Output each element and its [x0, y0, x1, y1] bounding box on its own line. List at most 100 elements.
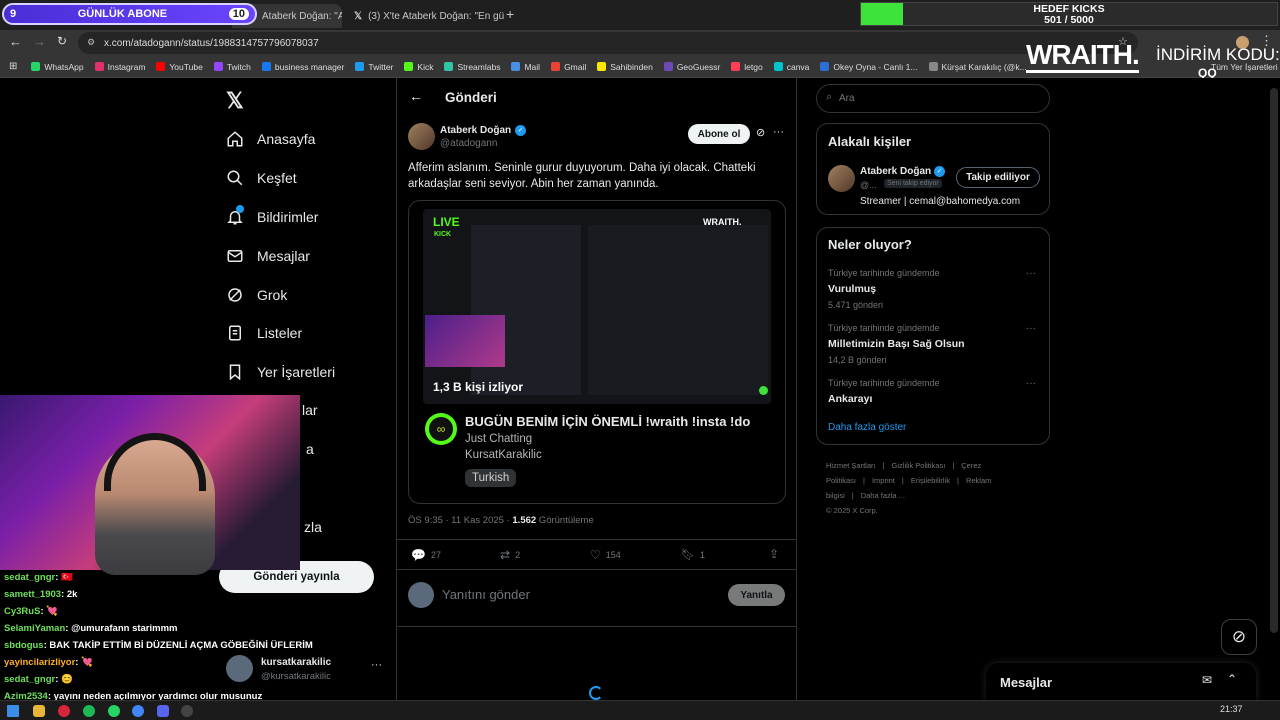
- channel-avatar[interactable]: ∞: [425, 413, 457, 445]
- bookmark-item[interactable]: Okey Oyna - Canlı 1...: [820, 62, 918, 72]
- back-arrow-icon[interactable]: ←: [409, 88, 423, 104]
- author-name[interactable]: Ataberk Doğan: [440, 125, 511, 136]
- reply-input[interactable]: Yanıtını gönder: [442, 587, 530, 602]
- nav-explore[interactable]: Keşfet: [226, 169, 297, 187]
- chat-text: BAK TAKİP ETTİM Bİ DÜZENLİ AÇMA GÖBEĞİNİ…: [49, 640, 313, 651]
- scrollbar[interactable]: [1270, 88, 1278, 633]
- forward-arrow-icon[interactable]: →: [33, 34, 46, 49]
- chat-username[interactable]: sedat_gngr: [4, 674, 55, 685]
- bookmark-item[interactable]: Streamlabs: [444, 62, 500, 72]
- bookmark-item[interactable]: Kürşat Karakılıç (@k...: [928, 62, 1027, 72]
- file-explorer-icon[interactable]: [33, 705, 45, 717]
- nav-messages[interactable]: Mesajlar: [226, 247, 310, 265]
- more-icon[interactable]: ···: [1026, 378, 1036, 389]
- nav-label: Anasayfa: [257, 131, 316, 147]
- x-logo-icon[interactable]: 𝕏: [226, 88, 244, 114]
- nav-lists[interactable]: Listeler: [226, 324, 302, 342]
- more-icon[interactable]: ···: [1026, 268, 1036, 279]
- bookmark-item[interactable]: canva: [773, 62, 809, 72]
- bookmark-item[interactable]: Instagram: [94, 62, 145, 72]
- kick-label: KICK: [434, 231, 452, 238]
- related-name[interactable]: Ataberk Doğan: [860, 166, 931, 177]
- avatar[interactable]: [828, 165, 855, 192]
- bookmark-favicon-icon: [820, 62, 830, 71]
- like-action[interactable]: ♡ 154: [590, 548, 621, 562]
- chat-username[interactable]: SelamiYaman: [4, 623, 65, 634]
- stream-tag[interactable]: Turkish: [465, 469, 517, 487]
- footer-link[interactable]: Erişilebilirlik: [911, 476, 950, 485]
- bookmark-item[interactable]: Sahibinden: [597, 62, 653, 72]
- obs-icon[interactable]: [181, 705, 193, 717]
- bookmark-action[interactable]: 🔖︎ 1: [681, 548, 705, 561]
- footer-link[interactable]: Imprint: [872, 476, 895, 485]
- author-handle[interactable]: @atadogann: [440, 138, 497, 149]
- apps-grid-icon[interactable]: ⊞: [9, 61, 17, 72]
- nav-home[interactable]: Anasayfa: [226, 130, 315, 148]
- bookmark-item[interactable]: Kick: [404, 62, 433, 72]
- bookmark-item[interactable]: Mail: [511, 62, 540, 72]
- chevron-up-icon[interactable]: ⌃: [1227, 672, 1237, 686]
- chat-username[interactable]: yayincilarizliyor: [4, 657, 75, 668]
- grok-floating-button[interactable]: ⊘: [1221, 619, 1257, 655]
- retweet-action[interactable]: ⇄ 2: [500, 548, 520, 562]
- nav-grok[interactable]: Grok: [226, 286, 287, 304]
- footer-link[interactable]: Hizmet Şartları: [826, 461, 876, 470]
- more-icon[interactable]: ···: [371, 659, 382, 671]
- chat-username[interactable]: sedat_gngr: [4, 572, 55, 583]
- discord-icon[interactable]: [157, 705, 169, 717]
- bookmark-item[interactable]: Gmail: [551, 62, 586, 72]
- reply-action[interactable]: 💬 27: [411, 548, 441, 562]
- trend-item[interactable]: Türkiye tarihinde gündemde Ankarayı ···: [828, 378, 1040, 405]
- bookmark-item[interactable]: Twitch: [213, 62, 251, 72]
- whatsapp-icon[interactable]: [108, 705, 120, 717]
- site-info-icon[interactable]: ⚙: [87, 37, 95, 48]
- nav-bookmarks[interactable]: Yer İşaretleri: [226, 363, 335, 381]
- spotify-icon[interactable]: [83, 705, 95, 717]
- trend-item[interactable]: Türkiye tarihinde gündemde Milletimizin …: [828, 323, 1040, 365]
- more-icon[interactable]: ···: [1026, 323, 1036, 334]
- chat-message: sedat_gngr: 😊: [4, 671, 304, 688]
- avatar[interactable]: [408, 123, 435, 150]
- reply-count: 27: [430, 550, 441, 560]
- bookmark-count: 1: [699, 549, 705, 560]
- chat-username[interactable]: Cy3RuS: [4, 606, 40, 617]
- bookmark-item[interactable]: letgo: [731, 62, 763, 72]
- share-icon[interactable]: ⇪: [769, 547, 779, 561]
- opera-icon[interactable]: [58, 705, 70, 717]
- more-icon[interactable]: ···: [773, 126, 784, 138]
- chat-username[interactable]: sbdogus: [4, 640, 44, 651]
- reply-button[interactable]: Yanıtla: [728, 584, 785, 606]
- bookmark-item[interactable]: WhatsApp: [31, 62, 84, 72]
- search-input[interactable]: ⌕ Ara: [816, 84, 1050, 113]
- bookmark-label: YouTube: [169, 61, 203, 72]
- bookmark-item[interactable]: GeoGuessr: [663, 62, 720, 72]
- url-field[interactable]: ⚙ x.com/atadogann/status/198831475779607…: [78, 32, 1138, 54]
- trend-name: Vurulmuş: [828, 283, 877, 295]
- follow-button[interactable]: Abone ol: [688, 124, 750, 144]
- bookmark-item[interactable]: Twitter: [355, 62, 393, 72]
- stream-thumbnail[interactable]: LIVE KICK WRAITH. 1,3 B kişi izliyor: [423, 209, 771, 404]
- messages-drawer[interactable]: Mesajlar ✉ ⌃: [986, 663, 1256, 700]
- footer-link[interactable]: Daha fazla ...: [861, 491, 905, 500]
- new-tab-button[interactable]: +: [506, 6, 514, 22]
- show-more-link[interactable]: Daha fazla göster: [828, 422, 906, 433]
- footer-link[interactable]: Gizlilik Politikası: [892, 461, 946, 470]
- bookmark-item[interactable]: business manager: [261, 62, 344, 72]
- footer-separator: |: [957, 476, 959, 485]
- windows-start-icon[interactable]: [7, 705, 19, 717]
- bookmark-item[interactable]: YouTube: [156, 61, 203, 72]
- daily-sub-goal-bar: 9 GÜNLÜK ABONE 10: [2, 3, 257, 25]
- new-message-icon[interactable]: ✉: [1202, 673, 1212, 687]
- chrome-icon[interactable]: [132, 705, 144, 717]
- clock[interactable]: 21:37: [1220, 704, 1243, 714]
- chat-username[interactable]: samett_1903: [4, 589, 61, 600]
- trend-item[interactable]: Türkiye tarihinde gündemde Vurulmuş 5.47…: [828, 268, 1040, 310]
- following-button[interactable]: Takip ediliyor: [956, 167, 1040, 188]
- stream-card[interactable]: LIVE KICK WRAITH. 1,3 B kişi izliyor ∞ B…: [408, 200, 786, 504]
- grok-icon[interactable]: ⊘: [756, 126, 765, 139]
- main-column: ← Gönderi Ataberk Doğan ✓ @atadogann Abo…: [396, 78, 797, 700]
- back-arrow-icon[interactable]: ←: [9, 34, 22, 49]
- browser-tab[interactable]: 𝕏 (3) X'te Ataberk Doğan: "En gü ✕: [344, 4, 504, 28]
- reload-icon[interactable]: ↻: [57, 34, 67, 48]
- tweet-time[interactable]: ÖS 9:35 · 11 Kas 2025 ·: [408, 515, 512, 526]
